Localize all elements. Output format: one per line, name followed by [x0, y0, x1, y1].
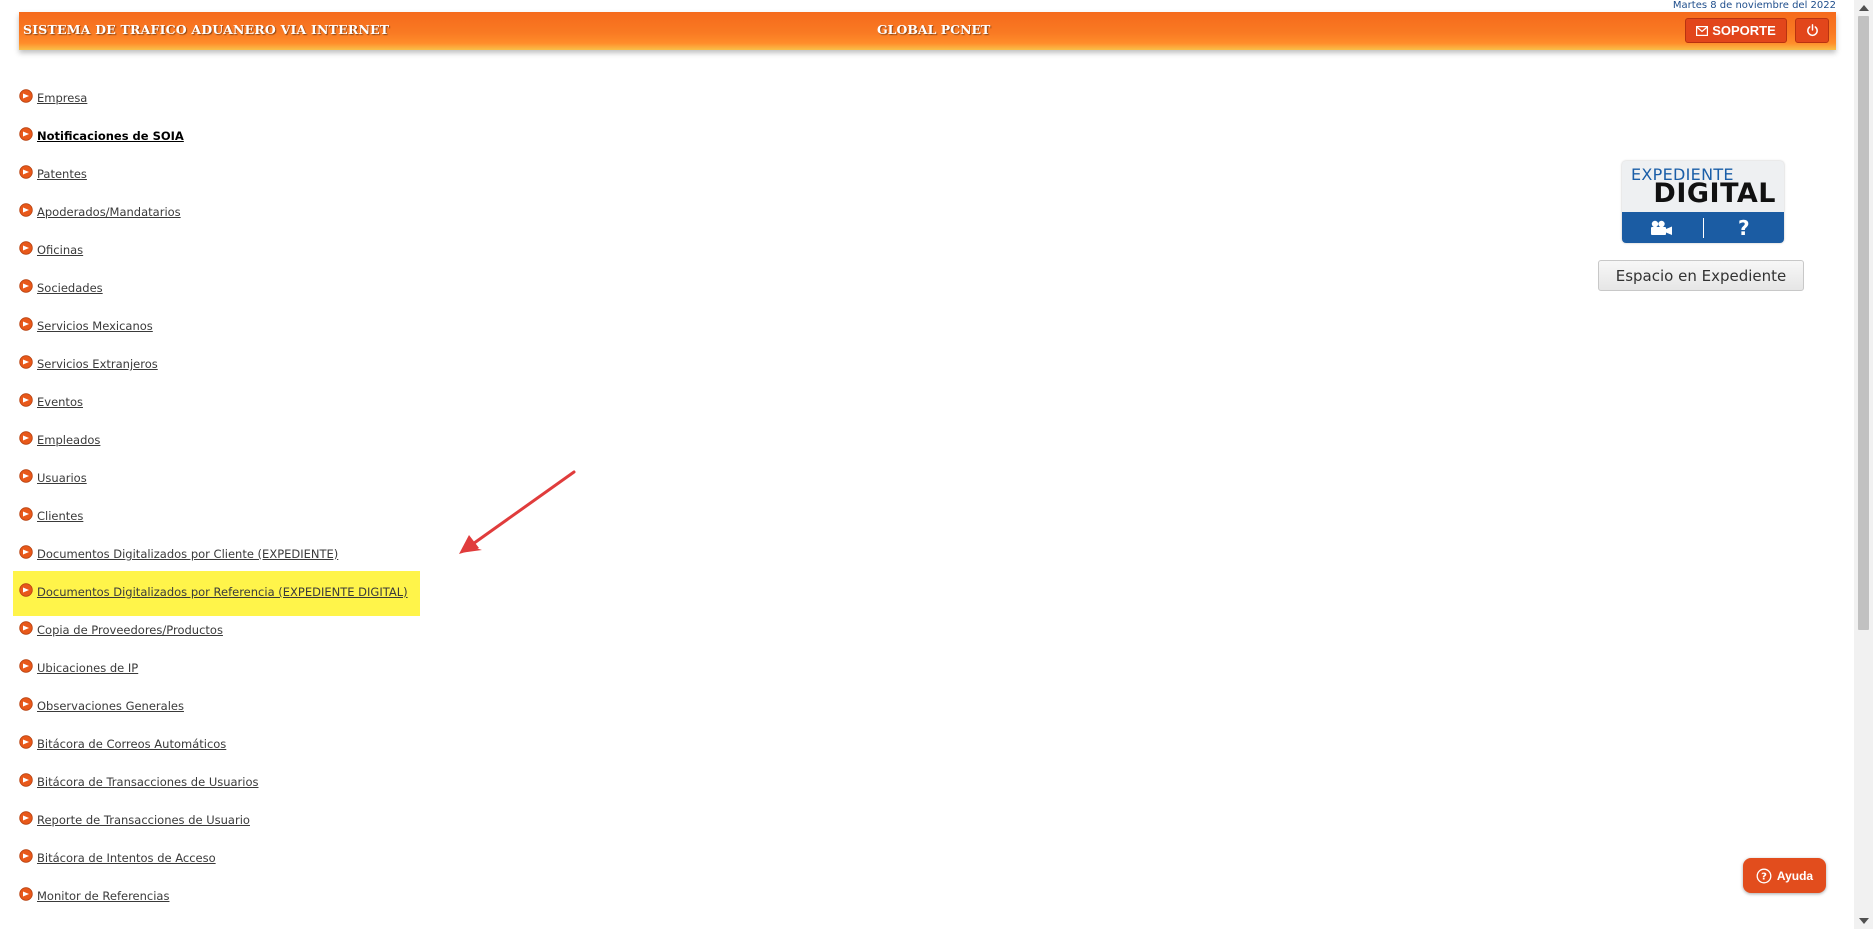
header-company: GLOBAL PCNET — [877, 22, 991, 37]
svg-text:?: ? — [1761, 871, 1767, 882]
menu-link[interactable]: Monitor de Referencias — [37, 889, 169, 903]
menu-link[interactable]: Apoderados/Mandatarios — [37, 205, 181, 219]
menu-link[interactable]: Oficinas — [37, 243, 83, 257]
help-button[interactable]: ? — [1704, 212, 1785, 243]
page: Martes 8 de noviembre del 2022 SISTEMA D… — [0, 0, 1873, 929]
bullet-arrow-icon — [19, 240, 33, 255]
menu-link[interactable]: Observaciones Generales — [37, 699, 184, 713]
expediente-digital-logo[interactable]: EXPEDIENTE DIGITAL ? — [1622, 161, 1784, 243]
bullet-arrow-icon — [19, 126, 33, 141]
scrollbar-thumb[interactable] — [1858, 16, 1869, 630]
bullet-arrow-icon — [19, 620, 33, 635]
menu-item: Bitácora de Correos Automáticos — [19, 734, 226, 753]
menu-link[interactable]: Reporte de Transacciones de Usuario — [37, 813, 250, 827]
soporte-label: SOPORTE — [1712, 23, 1776, 38]
header-title: SISTEMA DE TRAFICO ADUANERO VIA INTERNET — [23, 22, 390, 37]
menu-item: Reporte de Transacciones de Usuario — [19, 810, 250, 829]
menu-link[interactable]: Empresa — [37, 91, 87, 105]
menu-item: Bitácora de Transacciones de Usuarios — [19, 772, 259, 791]
bullet-arrow-icon — [19, 430, 33, 445]
menu-link[interactable]: Clientes — [37, 509, 83, 523]
logo-action-bar: ? — [1622, 212, 1784, 243]
logo-line-2: DIGITAL — [1653, 178, 1776, 209]
menu-item: Bitácora de Intentos de Acceso — [19, 848, 216, 867]
menu-link[interactable]: Notificaciones de SOIA — [37, 129, 184, 143]
menu-link[interactable]: Servicios Mexicanos — [37, 319, 153, 333]
menu-item: Servicios Extranjeros — [19, 354, 158, 373]
question-icon: ? — [1737, 215, 1750, 240]
bullet-arrow-icon — [19, 468, 33, 483]
bullet-arrow-icon — [19, 506, 33, 521]
menu-link[interactable]: Documentos Digitalizados por Cliente (EX… — [37, 547, 338, 561]
envelope-icon — [1696, 25, 1709, 36]
menu-link[interactable]: Ubicaciones de IP — [37, 661, 138, 675]
logout-button[interactable] — [1795, 18, 1829, 43]
menu-item: Eventos — [19, 392, 83, 411]
menu-item: Oficinas — [19, 240, 83, 259]
power-icon — [1806, 24, 1818, 36]
bullet-arrow-icon — [19, 202, 33, 217]
menu-link[interactable]: Servicios Extranjeros — [37, 357, 158, 371]
video-button[interactable] — [1622, 212, 1703, 243]
espacio-expediente-button[interactable]: Espacio en Expediente — [1598, 260, 1804, 291]
menu-item: Usuarios — [19, 468, 87, 487]
video-camera-icon — [1651, 220, 1673, 235]
menu-item: Ubicaciones de IP — [19, 658, 138, 677]
menu-link[interactable]: Bitácora de Correos Automáticos — [37, 737, 226, 751]
bullet-arrow-icon — [19, 278, 33, 293]
bullet-arrow-icon — [19, 772, 33, 787]
menu-link[interactable]: Patentes — [37, 167, 87, 181]
bullet-arrow-icon — [19, 886, 33, 901]
menu-item: Clientes — [19, 506, 83, 525]
menu-item: Documentos Digitalizados por Cliente (EX… — [19, 544, 338, 563]
bullet-arrow-icon — [19, 164, 33, 179]
menu-item: Notificaciones de SOIA — [19, 126, 184, 145]
header-bar: SISTEMA DE TRAFICO ADUANERO VIA INTERNET… — [19, 12, 1836, 50]
bullet-arrow-icon — [19, 848, 33, 863]
menu-link[interactable]: Copia de Proveedores/Productos — [37, 623, 223, 637]
menu-item: Patentes — [19, 164, 87, 183]
scroll-up-arrow[interactable] — [1859, 5, 1869, 11]
bullet-arrow-icon — [19, 88, 33, 103]
bullet-arrow-icon — [19, 544, 33, 559]
soporte-button[interactable]: SOPORTE — [1685, 18, 1787, 43]
menu-link[interactable]: Bitácora de Intentos de Acceso — [37, 851, 216, 865]
menu-link[interactable]: Empleados — [37, 433, 100, 447]
scroll-down-arrow[interactable] — [1859, 918, 1869, 924]
menu-item: Monitor de Referencias — [19, 886, 169, 905]
help-circle-icon: ? — [1756, 868, 1772, 883]
ayuda-button[interactable]: ? Ayuda — [1743, 858, 1826, 893]
bullet-arrow-icon — [19, 354, 33, 369]
bullet-arrow-icon — [19, 316, 33, 331]
menu-item: Documentos Digitalizados por Referencia … — [19, 582, 408, 601]
bullet-arrow-icon — [19, 810, 33, 825]
bullet-arrow-icon — [19, 392, 33, 407]
menu-item: Apoderados/Mandatarios — [19, 202, 181, 221]
menu-item: Empresa — [19, 88, 87, 107]
bullet-arrow-icon — [19, 696, 33, 711]
menu-item: Copia de Proveedores/Productos — [19, 620, 223, 639]
menu-link[interactable]: Documentos Digitalizados por Referencia … — [37, 585, 408, 599]
bullet-arrow-icon — [19, 582, 33, 597]
bullet-arrow-icon — [19, 658, 33, 673]
date-text: Martes 8 de noviembre del 2022 — [1672, 0, 1836, 11]
annotation-arrow — [459, 470, 576, 554]
menu-item: Observaciones Generales — [19, 696, 184, 715]
ayuda-label: Ayuda — [1776, 868, 1814, 883]
menu-item: Sociedades — [19, 278, 103, 297]
menu-link[interactable]: Eventos — [37, 395, 83, 409]
menu-item: Empleados — [19, 430, 100, 449]
menu-link[interactable]: Sociedades — [37, 281, 103, 295]
menu-link[interactable]: Usuarios — [37, 471, 87, 485]
bullet-arrow-icon — [19, 734, 33, 749]
vertical-scrollbar[interactable] — [1854, 0, 1873, 929]
menu-item: Servicios Mexicanos — [19, 316, 153, 335]
menu-link[interactable]: Bitácora de Transacciones de Usuarios — [37, 775, 259, 789]
